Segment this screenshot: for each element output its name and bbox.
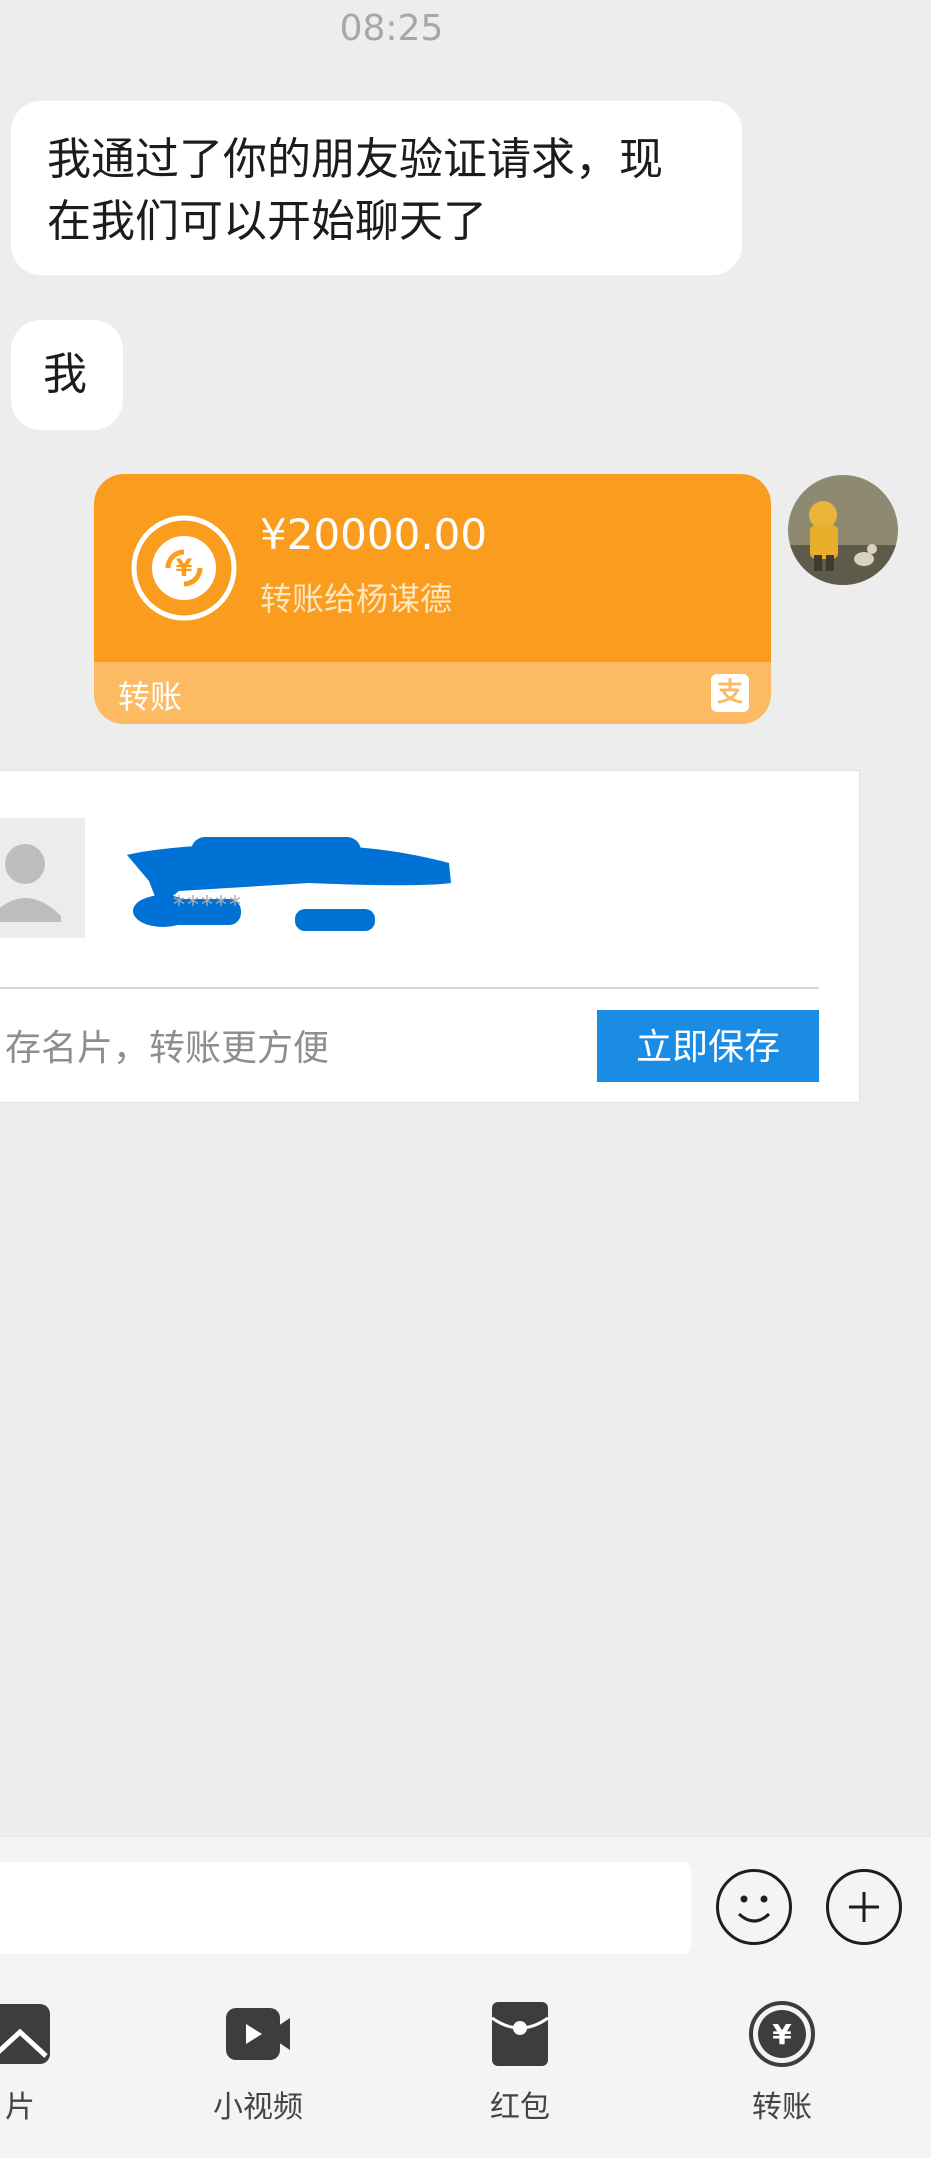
transfer-card-body: ¥ ¥20000.00 转账给杨谋德: [94, 474, 771, 662]
panel-item-transfer[interactable]: ¥ 转账: [702, 2000, 862, 2126]
transfer-description: 转账给杨谋德: [260, 580, 453, 618]
plus-glyph: [849, 1892, 879, 1922]
transfer-card-footer: 转账 支: [94, 662, 771, 724]
message-text: 我: [43, 349, 87, 400]
message-text: 我通过了你的朋友验证请求，现在我们可以开始聊天了: [47, 134, 663, 247]
transfer-amount: ¥20000.00: [260, 510, 488, 559]
card-divider: [0, 987, 819, 989]
contact-account-masked: *****: [173, 891, 243, 919]
transfer-yuan-icon: ¥: [131, 515, 237, 621]
contact-avatar-placeholder: [0, 818, 85, 938]
transfer-type-label: 转账: [118, 678, 183, 716]
chat-screen: 08:25 我通过了你的朋友验证请求，现在我们可以开始聊天了 我 ¥ ¥2000…: [0, 0, 931, 2158]
chat-input-bar: [0, 1836, 931, 1965]
image-icon: [0, 2004, 50, 2064]
transfer-message-card[interactable]: ¥ ¥20000.00 转账给杨谋德 转账 支: [94, 474, 771, 724]
video-camera-icon: [226, 2008, 290, 2060]
plus-circle-icon[interactable]: [826, 1869, 902, 1945]
save-card-hint: 存名片，转账更方便: [5, 1028, 330, 1069]
save-now-button[interactable]: 立即保存: [597, 1010, 819, 1082]
incoming-message-bubble[interactable]: 我通过了你的朋友验证请求，现在我们可以开始聊天了: [11, 101, 742, 275]
panel-item-label: 小视频: [213, 2090, 303, 2125]
avatar[interactable]: [788, 475, 898, 585]
incoming-message-bubble[interactable]: 我: [11, 320, 123, 430]
panel-item-label: 片: [5, 2090, 35, 2125]
panel-item-video[interactable]: 小视频: [178, 2000, 338, 2126]
message-timestamp: 08:25: [339, 8, 444, 49]
avatar-photo: [788, 475, 898, 585]
alipay-icon: 支: [711, 674, 749, 712]
smiley-icon[interactable]: [716, 1869, 792, 1945]
person-icon: [0, 844, 61, 922]
svg-text:¥: ¥: [176, 554, 193, 582]
panel-item-label: 转账: [752, 2090, 812, 2125]
message-input[interactable]: [0, 1862, 691, 1954]
panel-item-label: 红包: [490, 2090, 550, 2125]
smiley-face-glyph: [737, 1895, 771, 1923]
panel-item-photo[interactable]: 片: [0, 2000, 100, 2126]
extension-panel: 片 小视频 红包 ¥ 转账: [0, 1964, 931, 2158]
transfer-icon: ¥: [749, 2001, 815, 2067]
svg-text:¥: ¥: [772, 2018, 792, 2051]
panel-item-red-packet[interactable]: 红包: [440, 2000, 600, 2126]
contact-card[interactable]: ***** 存名片，转账更方便 立即保存: [0, 770, 860, 1103]
red-packet-icon: [491, 2002, 549, 2066]
